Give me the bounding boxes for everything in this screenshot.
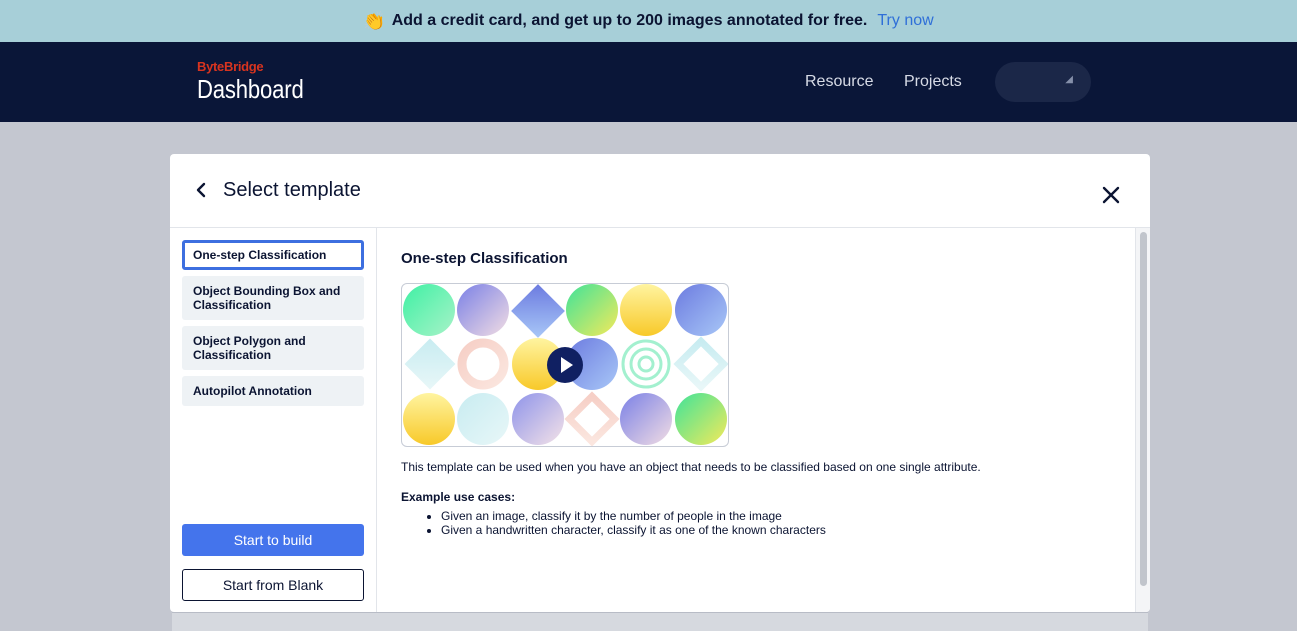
clap-icon: 👏: [363, 10, 386, 31]
page-background-panel: [172, 612, 1148, 631]
promo-message: Add a credit card, and get up to 200 ima…: [391, 12, 868, 29]
close-icon[interactable]: [1100, 184, 1122, 206]
product-name: Dashboard: [197, 74, 304, 104]
template-sidebar: One-step Classification Object Bounding …: [170, 228, 377, 612]
template-detail: One-step Classification This template ca…: [377, 228, 1135, 612]
template-preview-video[interactable]: [401, 283, 729, 447]
template-one-step-classification[interactable]: One-step Classification: [182, 240, 364, 270]
brand-name: ByteBridge: [197, 59, 264, 74]
template-autopilot-annotation[interactable]: Autopilot Annotation: [182, 376, 364, 406]
template-label: Autopilot Annotation: [193, 384, 312, 398]
user-menu[interactable]: ◢: [995, 62, 1091, 102]
template-object-polygon[interactable]: Object Polygon and Classification: [182, 326, 364, 370]
use-cases-list: Given an image, classify it by the numbe…: [441, 509, 826, 537]
template-label: One-step Classification: [193, 248, 327, 262]
back-icon[interactable]: [194, 178, 210, 202]
nav-projects-link[interactable]: Projects: [904, 73, 962, 91]
template-label: Object Bounding Box and Classification: [193, 284, 341, 312]
modal-header: Select template: [170, 154, 1150, 228]
use-cases-title: Example use cases:: [401, 490, 516, 504]
promo-banner: 👏 Add a credit card, and get up to 200 i…: [0, 0, 1297, 42]
top-navbar: ByteBridge Dashboard Resource Projects ◢: [0, 42, 1297, 122]
start-to-build-button[interactable]: Start to build: [182, 524, 364, 556]
try-now-link[interactable]: Try now: [877, 12, 933, 30]
select-template-modal: Select template One-step Classification …: [170, 154, 1150, 612]
template-description: This template can be used when you have …: [401, 460, 981, 474]
template-label: Object Polygon and Classification: [193, 334, 306, 362]
template-title: One-step Classification: [401, 250, 568, 267]
logo[interactable]: ByteBridge Dashboard: [197, 59, 322, 105]
template-object-bounding-box[interactable]: Object Bounding Box and Classification: [182, 276, 364, 320]
list-item: Given a handwritten character, classify …: [441, 523, 826, 537]
scrollbar-thumb[interactable]: [1140, 232, 1147, 586]
modal-title: Select template: [223, 179, 361, 201]
list-item: Given an image, classify it by the numbe…: [441, 509, 826, 523]
start-from-blank-button[interactable]: Start from Blank: [182, 569, 364, 601]
scrollbar[interactable]: [1135, 228, 1150, 612]
nav-resource-link[interactable]: Resource: [805, 73, 873, 91]
play-icon[interactable]: [547, 347, 583, 383]
chevron-down-icon: ◢: [1065, 74, 1073, 85]
